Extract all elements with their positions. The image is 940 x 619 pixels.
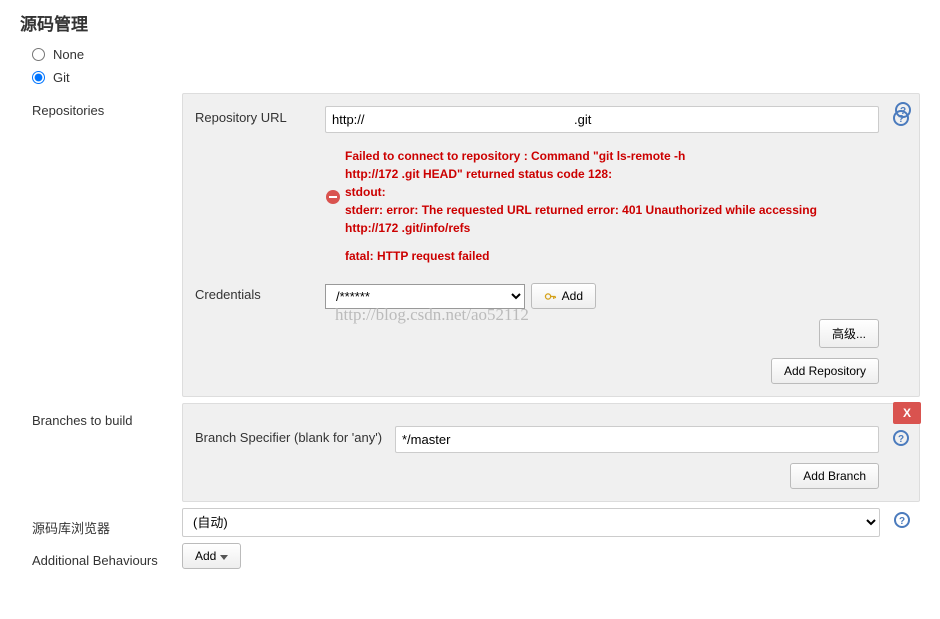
branches-label: Branches to build — [32, 403, 182, 428]
delete-branch-button[interactable]: X — [893, 402, 921, 424]
repositories-row: Repositories ? Repository URL ? — [32, 93, 920, 397]
repositories-label: Repositories — [32, 93, 182, 118]
help-icon[interactable]: ? — [893, 430, 909, 446]
add-repository-button[interactable]: Add Repository — [771, 358, 879, 384]
browser-select[interactable]: (自动) — [182, 508, 880, 537]
error-message: Failed to connect to repository : Comman… — [325, 147, 879, 265]
section-title: 源码管理 — [20, 10, 920, 35]
add-branch-button[interactable]: Add Branch — [790, 463, 879, 489]
svg-text:?: ? — [898, 114, 904, 125]
key-icon — [544, 290, 557, 303]
scm-none-row[interactable]: None — [32, 47, 920, 62]
repositories-panel: ? Repository URL ? — [182, 93, 920, 397]
add-credentials-button[interactable]: Add — [531, 283, 596, 309]
scm-git-label: Git — [53, 70, 70, 85]
additional-behaviours-label: Additional Behaviours — [32, 543, 182, 568]
scm-none-label: None — [53, 47, 84, 62]
scm-git-radio[interactable] — [32, 71, 45, 84]
scm-git-row[interactable]: Git — [32, 70, 920, 85]
browser-row: 源码库浏览器 (自动) ? — [32, 508, 920, 537]
help-icon[interactable]: ? — [893, 110, 909, 126]
branch-specifier-input[interactable] — [395, 426, 879, 453]
repo-url-input[interactable] — [325, 106, 879, 133]
branches-panel: X Branch Specifier (blank for 'any') ? A… — [182, 403, 920, 502]
error-icon — [325, 189, 341, 205]
repo-url-label: Repository URL — [195, 106, 325, 125]
chevron-down-icon — [220, 555, 228, 560]
branch-specifier-label: Branch Specifier (blank for 'any') — [195, 426, 395, 445]
scm-none-radio[interactable] — [32, 48, 45, 61]
credentials-label: Credentials — [195, 283, 325, 302]
add-behaviour-button[interactable]: Add — [182, 543, 241, 569]
advanced-button[interactable]: 高级... — [819, 319, 879, 348]
browser-label: 源码库浏览器 — [32, 508, 182, 537]
svg-text:?: ? — [899, 516, 905, 527]
credentials-select[interactable]: /****** — [325, 284, 525, 309]
svg-text:?: ? — [898, 434, 904, 445]
help-icon[interactable]: ? — [894, 512, 910, 528]
branches-row: Branches to build X Branch Specifier (bl… — [32, 403, 920, 502]
additional-behaviours-row: Additional Behaviours Add — [32, 543, 920, 569]
